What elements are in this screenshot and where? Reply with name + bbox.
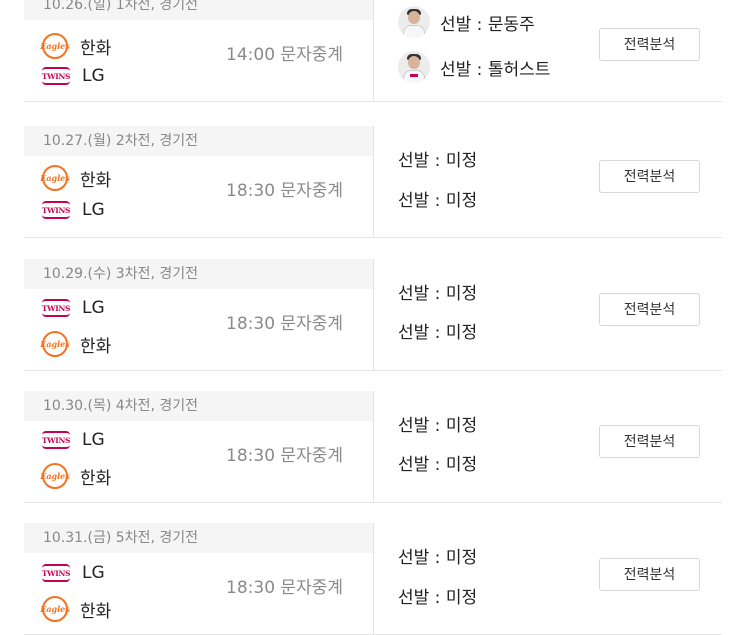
starter-label: 선발 : 문동주	[440, 14, 535, 35]
twins-logo-icon: TWINS	[42, 299, 70, 317]
starters-panel: 선발 : 미정 선발 : 미정 전력분석	[374, 126, 722, 237]
starter-label: 선발 : 미정	[398, 548, 478, 568]
analysis-button[interactable]: 전력분석	[599, 293, 700, 326]
starter-row[interactable]: 선발 : 톨허스트	[398, 51, 550, 83]
starters-panel: 선발 : 미정 선발 : 미정 전력분석	[374, 259, 722, 370]
team-row[interactable]: TWINS LG	[42, 200, 105, 220]
starters-panel: 선발 : 미정 선발 : 미정 전력분석	[374, 391, 722, 502]
game-time-status[interactable]: 18:30 문자중계	[226, 176, 343, 201]
eagles-logo-icon: Eagles	[40, 331, 70, 357]
starters-panel: 선발 : 미정 선발 : 미정 전력분석	[374, 523, 722, 634]
team-name: LG	[82, 66, 105, 86]
game-card: 10.27.(월) 2차전, 경기전 Eagles 한화 TWINS LG 18…	[24, 126, 722, 238]
eagles-logo-icon: Eagles	[40, 596, 70, 622]
game-card: 10.29.(수) 3차전, 경기전 TWINS LG Eagles 한화 18…	[24, 259, 722, 371]
starter-label: 선발 : 미정	[398, 151, 478, 171]
team-name: 한화	[80, 170, 112, 191]
starter-row: 선발 : 미정	[398, 186, 477, 211]
game-card: 10.26.(일) 1차전, 경기전 Eagles 한화 TWINS LG 14…	[24, 0, 722, 102]
starter-label: 선발 : 톨허스트	[440, 59, 551, 80]
starter-row: 선발 : 미정	[398, 583, 477, 608]
twins-logo-icon: TWINS	[42, 67, 70, 85]
team-row[interactable]: TWINS LG	[42, 66, 105, 86]
starter-row[interactable]: 선발 : 문동주	[398, 6, 535, 38]
game-header: 10.30.(목) 4차전, 경기전	[24, 391, 373, 421]
twins-logo-icon: TWINS	[42, 431, 70, 449]
team-row[interactable]: TWINS LG	[42, 298, 105, 318]
team-name: LG	[82, 298, 105, 318]
starter-row: 선발 : 미정	[398, 146, 477, 171]
team-row[interactable]: TWINS LG	[42, 563, 105, 583]
starter-label: 선발 : 미정	[398, 323, 478, 343]
eagles-logo-icon: Eagles	[40, 33, 70, 59]
starter-label: 선발 : 미정	[398, 416, 478, 436]
matchup-panel: 10.27.(월) 2차전, 경기전 Eagles 한화 TWINS LG 18…	[24, 126, 374, 237]
starter-row: 선발 : 미정	[398, 450, 477, 475]
team-row[interactable]: Eagles 한화	[40, 596, 112, 622]
game-time-status[interactable]: 18:30 문자중계	[226, 441, 343, 466]
analysis-button[interactable]: 전력분석	[599, 160, 700, 193]
game-card: 10.31.(금) 5차전, 경기전 TWINS LG Eagles 한화 18…	[24, 523, 722, 635]
game-header: 10.31.(금) 5차전, 경기전	[24, 523, 373, 553]
game-card: 10.30.(목) 4차전, 경기전 TWINS LG Eagles 한화 18…	[24, 391, 722, 503]
team-name: 한화	[80, 38, 112, 59]
matchup-panel: 10.31.(금) 5차전, 경기전 TWINS LG Eagles 한화 18…	[24, 523, 374, 634]
pitcher-avatar	[398, 6, 430, 38]
game-header: 10.27.(월) 2차전, 경기전	[24, 126, 373, 156]
game-time-status[interactable]: 18:30 문자중계	[226, 309, 343, 334]
eagles-logo-icon: Eagles	[40, 165, 70, 191]
starter-label: 선발 : 미정	[398, 588, 478, 608]
starter-row: 선발 : 미정	[398, 318, 477, 343]
game-time-status[interactable]: 18:30 문자중계	[226, 573, 343, 598]
team-row[interactable]: Eagles 한화	[40, 331, 112, 357]
starter-label: 선발 : 미정	[398, 191, 478, 211]
team-name: LG	[82, 200, 105, 220]
analysis-button[interactable]: 전력분석	[599, 558, 700, 591]
team-name: 한화	[80, 601, 112, 622]
matchup-panel: 10.26.(일) 1차전, 경기전 Eagles 한화 TWINS LG 14…	[24, 0, 374, 101]
team-row[interactable]: TWINS LG	[42, 430, 105, 450]
game-header: 10.26.(일) 1차전, 경기전	[24, 0, 373, 20]
game-time-status[interactable]: 14:00 문자중계	[226, 40, 343, 65]
analysis-button[interactable]: 전력분석	[599, 28, 700, 61]
twins-logo-icon: TWINS	[42, 201, 70, 219]
starter-label: 선발 : 미정	[398, 455, 478, 475]
game-header: 10.29.(수) 3차전, 경기전	[24, 259, 373, 289]
pitcher-avatar	[398, 51, 430, 83]
starter-label: 선발 : 미정	[398, 284, 478, 304]
team-name: LG	[82, 430, 105, 450]
team-name: 한화	[80, 468, 112, 489]
starter-row: 선발 : 미정	[398, 543, 477, 568]
eagles-logo-icon: Eagles	[40, 463, 70, 489]
twins-logo-icon: TWINS	[42, 564, 70, 582]
team-row[interactable]: Eagles 한화	[40, 463, 112, 489]
starters-panel: 선발 : 문동주 선발 : 톨허스트 전력분석	[374, 0, 722, 101]
matchup-panel: 10.30.(목) 4차전, 경기전 TWINS LG Eagles 한화 18…	[24, 391, 374, 502]
analysis-button[interactable]: 전력분석	[599, 425, 700, 458]
matchup-panel: 10.29.(수) 3차전, 경기전 TWINS LG Eagles 한화 18…	[24, 259, 374, 370]
team-row[interactable]: Eagles 한화	[40, 33, 112, 59]
starter-row: 선발 : 미정	[398, 411, 477, 436]
team-row[interactable]: Eagles 한화	[40, 165, 112, 191]
starter-row: 선발 : 미정	[398, 279, 477, 304]
team-name: 한화	[80, 336, 112, 357]
team-name: LG	[82, 563, 105, 583]
